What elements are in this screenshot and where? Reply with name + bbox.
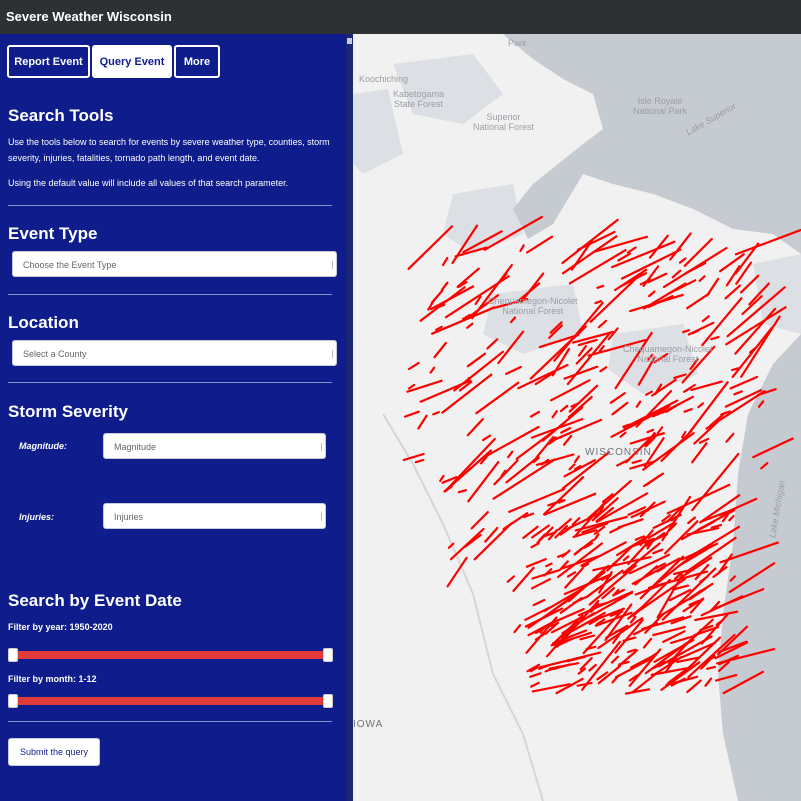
search-tools-description: Use the tools below to search for events… [8,137,330,163]
tab-more[interactable]: More [174,45,220,78]
month-filter-label: Filter by month: 1-12 [8,674,97,684]
year-max-handle[interactable] [323,648,333,662]
injuries-value: Injuries [114,512,144,522]
map-label-iowa: IOWA [353,719,384,730]
scrollbar-up-arrow-icon[interactable] [347,38,352,44]
year-filter-label: Filter by year: 1950-2020 [8,622,113,632]
event-type-placeholder: Choose the Event Type [23,260,117,270]
injuries-select[interactable]: Injuries [103,503,326,529]
year-filter-range: 1950-2020 [69,622,113,632]
event-type-select[interactable]: Choose the Event Type [12,251,337,277]
sidebar-scrollbar[interactable] [346,34,353,801]
app-title-bar: Severe Weather Wisconsin [0,0,801,34]
map-label-kabetogama: Kabetogama State Forest [393,89,445,109]
map-label-chequamegon-east: Chequamegon-Nicolet National Forest [623,344,713,364]
county-placeholder: Select a County [23,349,87,359]
search-tools-heading: Search Tools [8,106,114,125]
month-max-handle[interactable] [323,694,333,708]
map-label-koochiching: Koochiching [359,74,409,84]
magnitude-label: Magnitude: [19,441,67,451]
month-range-slider[interactable] [8,694,333,708]
location-heading: Location [8,313,79,332]
tab-query-event[interactable]: Query Event [92,45,172,78]
month-min-handle[interactable] [8,694,18,708]
year-filter-text: Filter by year: [8,622,68,632]
dropdown-caret-icon [332,350,333,358]
map-label-isle-royale: Isle Royale National Park [633,96,688,116]
map-label-chequamegon-west: Chequamegon-Nicolet National Forest [488,296,578,316]
month-slider-track[interactable] [8,697,333,705]
year-range-slider[interactable] [8,648,333,662]
search-tools-note: Using the default value will include all… [8,178,289,188]
magnitude-value: Magnitude [114,442,157,452]
storm-severity-heading: Storm Severity [8,402,128,421]
map-label-wisconsin: WISCONSIN [585,447,652,458]
submit-query-button[interactable]: Submit the query [8,738,100,766]
injuries-label: Injuries: [19,512,55,522]
tab-bar: Report Event Query Event More [7,45,222,78]
year-min-handle[interactable] [8,648,18,662]
map-canvas[interactable] [353,34,801,801]
event-date-heading: Search by Event Date [8,591,182,610]
map-view[interactable]: Park Koochiching Kabetogama State Forest… [353,34,801,801]
county-select[interactable]: Select a County [12,340,337,366]
map-label-park: Park [508,38,527,48]
dropdown-caret-icon [321,443,322,451]
section-divider [8,205,332,206]
query-sidebar: Report Event Query Event More Search Too… [0,34,346,801]
section-divider [8,382,332,383]
section-divider [8,721,332,722]
dropdown-caret-icon [321,513,322,521]
dropdown-caret-icon [332,261,333,269]
year-slider-track[interactable] [8,651,333,659]
magnitude-select[interactable]: Magnitude [103,433,326,459]
app-title: Severe Weather Wisconsin [6,9,172,24]
tab-report-event[interactable]: Report Event [7,45,90,78]
map-label-superior-forest: Superior National Forest [473,112,535,132]
section-divider [8,294,332,295]
event-type-heading: Event Type [8,224,98,243]
